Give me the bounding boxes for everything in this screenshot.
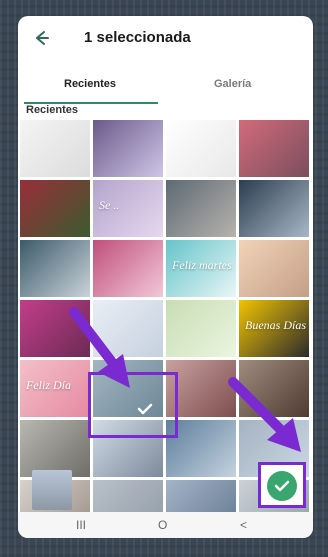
system-nav-bar: III O < xyxy=(18,512,313,538)
grid-photo-caption: Feliz Día xyxy=(26,378,71,392)
confirm-button-highlight xyxy=(258,462,306,508)
section-title: Recientes xyxy=(26,104,78,116)
annotation-arrow-right xyxy=(228,377,301,452)
arrow-left-icon[interactable] xyxy=(32,29,50,47)
home-button[interactable]: O xyxy=(158,518,167,532)
grid-photo[interactable]: Feliz martes xyxy=(166,240,236,297)
annotation-arrow-left xyxy=(69,307,130,388)
grid-photo[interactable] xyxy=(20,120,90,177)
grid-photo-caption: Feliz martes xyxy=(172,258,232,272)
grid-photo[interactable] xyxy=(93,240,163,297)
tab-recientes[interactable]: Recientes xyxy=(64,78,116,90)
grid-photo[interactable] xyxy=(239,240,309,297)
grid-photo[interactable]: Se .. xyxy=(93,180,163,237)
grid-photo-caption: Buenas Días xyxy=(245,318,306,332)
grid-photo[interactable] xyxy=(20,240,90,297)
grid-photo[interactable] xyxy=(166,180,236,237)
grid-photo[interactable] xyxy=(166,300,236,357)
check-icon xyxy=(137,403,153,415)
selected-thumbnail[interactable] xyxy=(32,470,72,510)
grid-photo[interactable] xyxy=(166,120,236,177)
tab-galeria[interactable]: Galería xyxy=(214,78,251,90)
grid-photo[interactable] xyxy=(20,180,90,237)
grid-photo[interactable] xyxy=(239,120,309,177)
recent-apps-button[interactable]: III xyxy=(76,518,86,532)
back-button[interactable]: < xyxy=(240,518,247,532)
page-title: 1 seleccionada xyxy=(84,29,191,46)
grid-photo-caption: Se .. xyxy=(99,198,120,212)
grid-photo[interactable]: Buenas Días xyxy=(239,300,309,357)
confirm-button[interactable] xyxy=(267,471,297,501)
phone-screen: 1 seleccionada Recientes Galería Recient… xyxy=(18,16,313,538)
tab-bar: Recientes Galería xyxy=(18,72,313,108)
grid-photo[interactable] xyxy=(93,120,163,177)
grid-photo[interactable] xyxy=(239,180,309,237)
check-circle-icon xyxy=(274,480,290,492)
header: 1 seleccionada xyxy=(18,16,313,64)
grid-photo[interactable] xyxy=(20,420,90,477)
